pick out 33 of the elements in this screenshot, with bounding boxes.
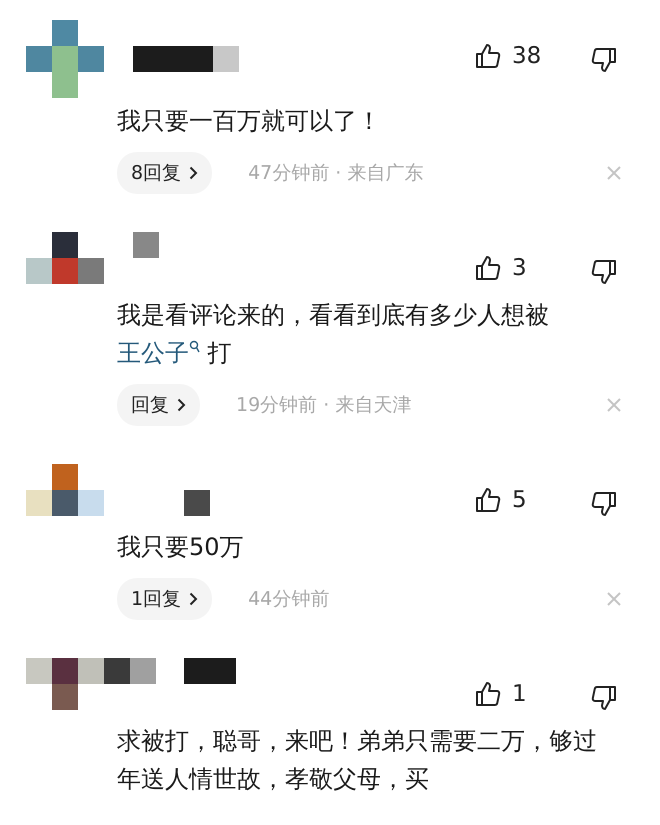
thumbs-down-icon[interactable]	[590, 258, 618, 286]
chevron-icon	[189, 166, 198, 180]
comment-time: 19分钟前 · 来自天津	[236, 393, 412, 418]
thumbs-down-icon[interactable]	[590, 490, 618, 518]
username-redaction	[133, 232, 159, 258]
comment-text: 我是看评论来的，看看到底有多少人想被 王公子 打	[116, 300, 550, 369]
like-count: 5	[512, 487, 527, 513]
avatar[interactable]	[26, 232, 104, 284]
comment-text: 求被打，聪哥，来吧！弟弟只需要二万，够过年送人情世故，孝敬父母，买	[116, 726, 598, 795]
replies-button[interactable]: 8回复	[117, 152, 212, 194]
comment-text: 我只要50万	[116, 532, 245, 563]
avatar[interactable]	[26, 464, 104, 516]
thumbs-up-icon[interactable]	[474, 42, 502, 70]
comment-time: 44分钟前	[248, 587, 330, 612]
thumbs-up-icon[interactable]	[474, 486, 502, 514]
comment-time: 47分钟前 · 来自广东	[248, 161, 424, 186]
avatar[interactable]	[26, 658, 156, 710]
like-count: 3	[512, 255, 527, 281]
search-icon	[189, 340, 200, 353]
search-link[interactable]: 王公子	[117, 339, 200, 367]
thumbs-up-icon[interactable]	[474, 254, 502, 282]
username-redaction	[184, 490, 210, 516]
replies-button[interactable]: 回复	[117, 384, 200, 426]
username-redaction	[184, 658, 236, 684]
chevron-icon	[189, 592, 198, 606]
comment-text: 我只要一百万就可以了！	[116, 106, 382, 137]
thumbs-up-icon[interactable]	[474, 680, 502, 708]
thumbs-down-icon[interactable]	[590, 684, 618, 712]
thumbs-down-icon[interactable]	[590, 46, 618, 74]
like-count: 1	[512, 681, 527, 707]
like-count: 38	[512, 43, 542, 69]
chevron-icon	[177, 398, 186, 412]
replies-button[interactable]: 1回复	[117, 578, 212, 620]
